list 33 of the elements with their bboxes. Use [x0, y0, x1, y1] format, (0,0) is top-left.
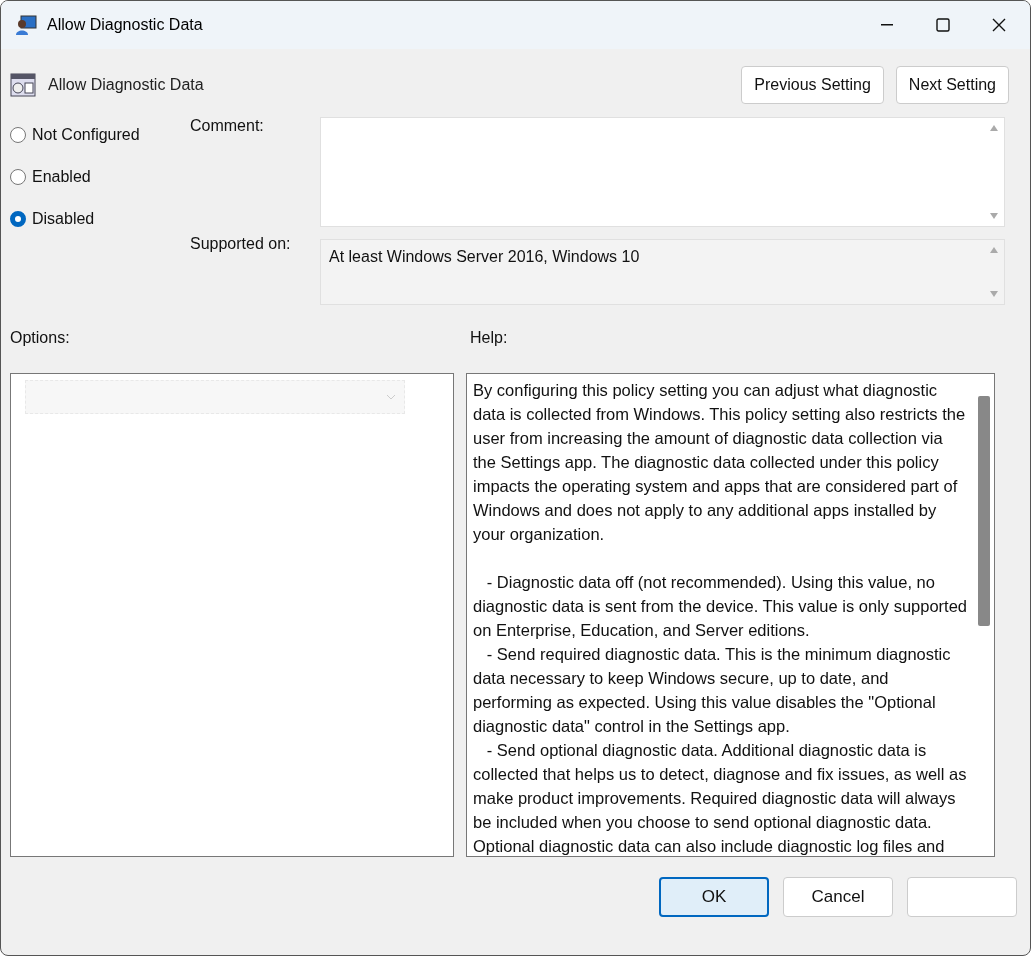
help-label: Help:: [470, 329, 509, 348]
scroll-up-icon[interactable]: [989, 246, 999, 254]
chevron-down-icon: [386, 394, 396, 400]
supported-on-label: Supported on:: [190, 235, 292, 253]
policy-name: Allow Diagnostic Data: [48, 76, 205, 94]
radio-button[interactable]: [10, 210, 26, 227]
help-paragraph: By configuring this policy setting you can adjust what diagnostic data is collected from Windows. This policy setting also restricts the user from increasing the amount of diagnostic data collection via the Settings app. The diagnostic data collected under this policy impacts the operating system and apps that are considered part of Windows and does not apply to any additional apps installed by your organization.: [473, 380, 967, 545]
computer-user-icon: [15, 14, 37, 36]
scrollbar-thumb[interactable]: [978, 396, 990, 626]
comment-label: Comment:: [190, 117, 265, 135]
policy-settings-icon: [10, 72, 36, 98]
radio-button[interactable]: [10, 126, 26, 143]
dialog-button[interactable]: [907, 877, 1017, 917]
scroll-up-icon[interactable]: [989, 124, 999, 132]
help-paragraph: - Send optional diagnostic data. Additional diagnostic data is collected that helps us to detect, diagnose and fix issues, as well as make product improvements. Required diagnostic data will always be included when you choose to send optional diagnostic data. Optional diagnostic data can also include diagnostic log files and: [473, 740, 968, 856]
setting-nav-button[interactable]: Next Setting: [895, 66, 1009, 104]
minimize-icon: [881, 24, 893, 26]
radio-button[interactable]: [10, 168, 26, 185]
dialog-button[interactable]: Cancel: [783, 877, 893, 917]
state-radio-option[interactable]: Disabled: [10, 205, 190, 232]
window-title: Allow Diagnostic Data: [47, 16, 204, 34]
maximize-icon: [936, 18, 950, 32]
options-label: Options:: [10, 329, 71, 348]
help-paragraph: - Diagnostic data off (not recommended). Using this value, no diagnostic data is sent from the device. This value is only supported on Enterprise, Education, and Server editions.: [473, 572, 968, 641]
state-radio-option[interactable]: Not Configured: [10, 121, 190, 148]
help-paragraph: - Send required diagnostic data. This is the minimum diagnostic data necessary to keep Windows secure, up to date, and performing as expected. Using this value disables the "Optional diagnostic data" control in the Settings app.: [473, 644, 952, 737]
dialog-button[interactable]: OK: [659, 877, 769, 917]
scroll-down-icon[interactable]: [989, 212, 999, 220]
setting-nav-button[interactable]: Previous Setting: [741, 66, 884, 104]
scroll-down-icon[interactable]: [989, 290, 999, 298]
state-radio-option[interactable]: Enabled: [10, 163, 190, 190]
supported-on-field: At least Windows Server 2016, Windows 10: [320, 239, 1005, 305]
close-icon: [992, 18, 1006, 32]
